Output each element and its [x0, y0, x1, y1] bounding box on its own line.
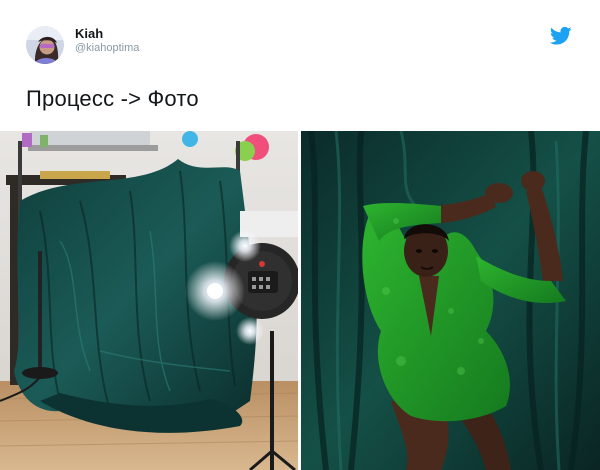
photo-result[interactable]: [301, 131, 600, 470]
avatar[interactable]: [26, 26, 64, 64]
tweet-text: Процесс -> Фото: [26, 86, 199, 111]
username[interactable]: @kiahoptima: [75, 42, 139, 54]
display-name[interactable]: Kiah: [75, 26, 103, 41]
photo-process[interactable]: [0, 131, 298, 470]
twitter-bird-icon[interactable]: [550, 26, 572, 46]
tweet-header: Kiah @kiahoptima: [0, 0, 600, 80]
